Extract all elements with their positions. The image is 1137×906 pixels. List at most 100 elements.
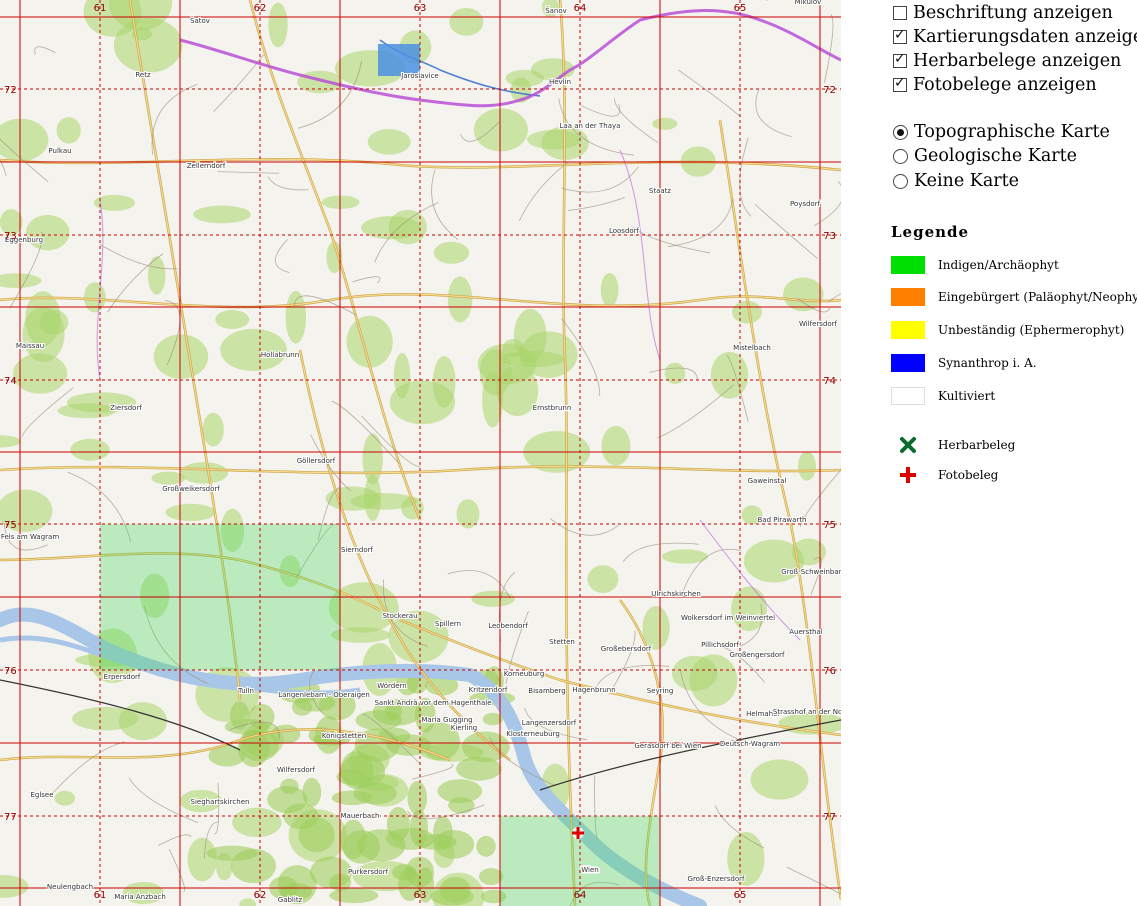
minor-road <box>151 84 198 155</box>
place-label: Jaroslavice <box>400 72 439 80</box>
grid-column-label: 64 <box>574 3 587 14</box>
show-labels-checkbox[interactable] <box>893 6 907 20</box>
place-label: Hollabrunn <box>261 351 299 359</box>
forest-patch <box>587 565 619 594</box>
legend-swatch <box>891 387 925 405</box>
show-mapping-data-checkbox[interactable] <box>893 27 907 44</box>
place-label: Eglsee <box>30 791 53 799</box>
place-label: Maria Gugging <box>421 716 472 724</box>
forest-patch <box>501 351 565 368</box>
grid-row-label: 74 <box>4 376 17 387</box>
place-label: Königstetten <box>322 732 366 740</box>
minor-road <box>632 227 710 254</box>
show-photos-checkbox[interactable] <box>893 75 907 92</box>
show-labels-label[interactable]: Beschriftung anzeigen <box>913 3 1113 23</box>
minor-road <box>157 834 192 846</box>
place-label: Groß-Enzersdorf <box>688 875 745 883</box>
place-label: Göllersdorf <box>297 457 336 465</box>
grid-row-label: 73 <box>823 231 836 242</box>
minor-road <box>667 198 734 248</box>
option-show-mapping-data[interactable]: Kartierungsdaten anzeigen <box>891 26 1137 48</box>
place-label: Leobendorf <box>488 622 528 630</box>
map-canvas[interactable]: Šatov Retz Jaroslavice Hevlín Šanov Mikulov La… <box>0 0 841 906</box>
option-geological-map[interactable]: Geologische Karte <box>891 145 1077 167</box>
grid-row-label: 77 <box>4 812 17 823</box>
no-map-label[interactable]: Keine Karte <box>914 171 1019 191</box>
forest-patch <box>25 291 61 347</box>
place-label: Šatov <box>190 16 210 25</box>
legend-label: Herbarbeleg <box>938 438 1016 452</box>
geological-map-radio[interactable] <box>893 148 908 164</box>
place-label: Sieghartskirchen <box>191 798 250 806</box>
place-label: Wilfersdorf <box>799 320 838 328</box>
place-label: Seyring <box>647 687 674 695</box>
cross-marker-icon <box>891 466 925 484</box>
geological-map-label[interactable]: Geologische Karte <box>914 146 1077 166</box>
forest-patch <box>652 117 678 130</box>
place-label: Erpersdorf <box>104 673 141 681</box>
legend-swatch <box>891 288 925 306</box>
marker-layer[interactable] <box>572 827 584 839</box>
place-label: Maria Anzbach <box>114 893 166 901</box>
topographic-map-label[interactable]: Topographische Karte <box>914 122 1110 142</box>
cross-marker-icon[interactable] <box>572 827 584 839</box>
option-show-herbarium[interactable]: Herbarbelege anzeigen <box>891 50 1121 72</box>
grid-column-label: 63 <box>414 890 427 901</box>
legend-swatch <box>891 321 925 339</box>
forest-patch <box>471 590 515 607</box>
place-label: Wördern <box>377 682 407 690</box>
option-no-map[interactable]: Keine Karte <box>891 170 1019 192</box>
option-show-labels[interactable]: Beschriftung anzeigen <box>891 2 1113 24</box>
grid-row-label: 73 <box>4 231 17 242</box>
grid-row-label: 75 <box>4 520 17 531</box>
place-label: Ernstbrunn <box>533 404 572 412</box>
show-photos-label[interactable]: Fotobelege anzeigen <box>913 75 1097 95</box>
option-show-photos[interactable]: Fotobelege anzeigen <box>891 74 1097 96</box>
minor-road <box>49 741 125 798</box>
place-label: Mistelbach <box>733 344 771 352</box>
forest-patch <box>329 887 379 904</box>
legend-item-synanthropic: Synanthrop i. A. <box>891 354 1037 372</box>
minor-road <box>274 239 290 273</box>
forest-patch <box>783 277 824 312</box>
forest-patch <box>118 702 168 741</box>
minor-road <box>518 161 569 222</box>
option-topographic-map[interactable]: Topographische Karte <box>891 121 1110 143</box>
topographic-map-radio[interactable] <box>893 124 908 140</box>
place-label: Poysdorf <box>790 200 821 208</box>
place-label: Groß-Schweinbarth <box>781 568 841 576</box>
forest-patch <box>389 380 456 425</box>
place-label: Gaweinstal <box>748 477 787 485</box>
forest-patch <box>321 195 360 209</box>
place-label: Stetten <box>549 638 575 646</box>
minor-road <box>267 176 309 191</box>
place-label: Wilfersdorf <box>277 766 316 774</box>
forest-patch <box>25 214 70 251</box>
place-label: Purkersdorf <box>348 868 389 876</box>
place-label: Auersthal <box>789 628 823 636</box>
forest-patch <box>180 462 229 484</box>
show-herbarium-label[interactable]: Herbarbelege anzeigen <box>913 51 1121 71</box>
place-label: Großebersdorf <box>601 645 652 653</box>
distribution-map[interactable]: Šatov Retz Jaroslavice Hevlín Šanov Mikulov La… <box>0 0 841 906</box>
place-label: Klosterneuburg <box>506 730 560 738</box>
forest-patch <box>364 474 382 522</box>
minor-road <box>824 13 834 83</box>
place-label: Bad Pirawarth <box>757 516 806 524</box>
show-herbarium-checkbox[interactable] <box>893 51 907 68</box>
place-label: Kierling <box>451 724 478 732</box>
place-label: Strasshof an der Nordbahn <box>773 708 841 716</box>
minor-road <box>739 137 752 217</box>
minor-road <box>549 518 619 536</box>
minor-road <box>766 0 768 1</box>
place-label: Maissau <box>16 342 44 350</box>
forest-patch <box>437 779 483 803</box>
no-map-radio[interactable] <box>893 173 908 189</box>
show-mapping-data-label[interactable]: Kartierungsdaten anzeigen <box>913 27 1137 47</box>
minor-road <box>610 630 636 692</box>
place-label: Stockerau <box>382 612 417 620</box>
forest-patch <box>230 848 276 884</box>
forest-patch <box>220 328 287 372</box>
place-label: Zellerndorf <box>187 162 226 170</box>
minor-road <box>411 763 454 780</box>
